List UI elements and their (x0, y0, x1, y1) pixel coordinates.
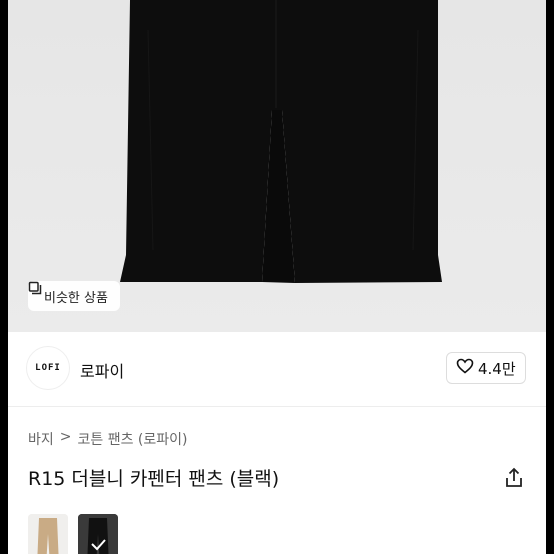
breadcrumb: 바지 > 코튼 팬츠 (로파이) (28, 429, 187, 449)
similar-products-label: 비슷한 상품 (44, 290, 108, 306)
brand-name[interactable]: 로파이 (80, 358, 124, 382)
breadcrumb-separator: > (59, 429, 72, 445)
share-icon (502, 467, 526, 494)
breadcrumb-category[interactable]: 바지 (28, 429, 54, 449)
color-option-black[interactable] (78, 514, 118, 554)
brand-row[interactable]: LOFI 로파이 4.4만 (8, 332, 546, 407)
like-count: 4.4만 (478, 359, 516, 378)
share-button[interactable] (502, 466, 526, 490)
breadcrumb-subcategory[interactable]: 코튼 팬츠 (로파이) (78, 429, 188, 449)
brand-logo[interactable]: LOFI (26, 346, 70, 390)
color-option-beige[interactable] (28, 514, 68, 554)
like-button[interactable]: 4.4만 (446, 352, 526, 384)
product-page: 비슷한 상품 LOFI 로파이 4.4만 바지 > 코튼 팬츠 (로파이) R1… (8, 0, 546, 554)
product-title: R15 더블니 카펜터 팬츠 (블랙) (28, 468, 280, 490)
similar-products-button[interactable]: 비슷한 상품 (28, 281, 120, 311)
product-image[interactable]: 비슷한 상품 (8, 0, 546, 332)
heart-icon (456, 358, 474, 378)
